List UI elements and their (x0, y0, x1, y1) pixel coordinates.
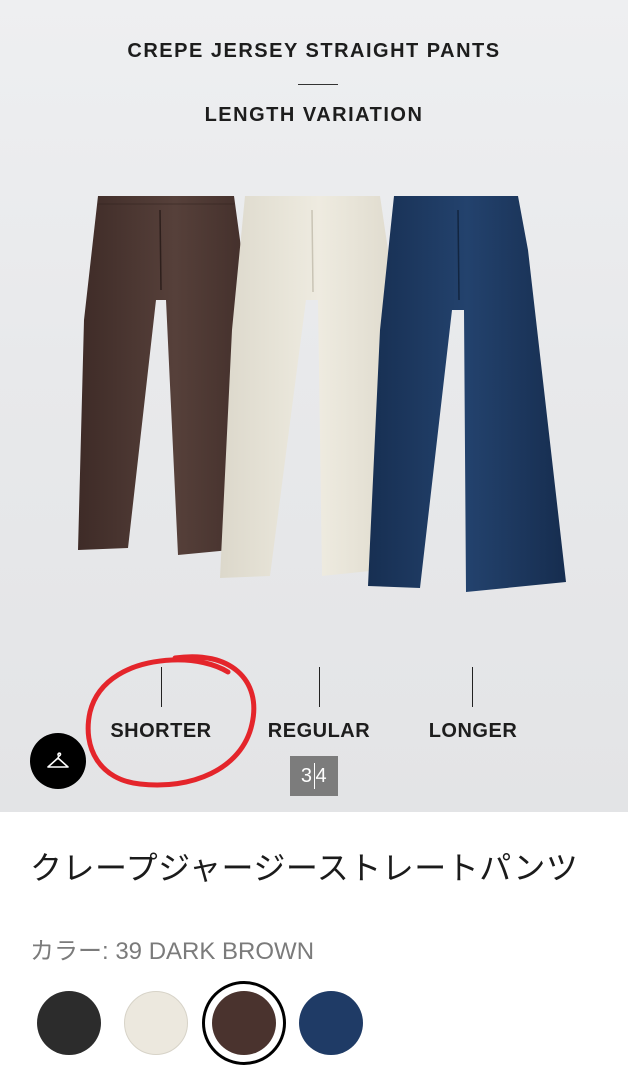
regular-length-marker (319, 667, 320, 707)
color-swatch-navy[interactable] (299, 991, 363, 1055)
product-title: クレープジャージーストレートパンツ (30, 850, 579, 886)
length-label-longer: LONGER (428, 720, 518, 742)
selected-color-label: カラー: 39 DARK BROWN (30, 938, 315, 965)
page-separator (313, 763, 315, 789)
color-swatch-black[interactable] (37, 991, 101, 1055)
image-page-indicator: 3 4 (290, 756, 338, 796)
longer-length-marker (472, 667, 473, 707)
color-swatch-off-white[interactable] (124, 991, 188, 1055)
product-hero-image[interactable]: CREPE JERSEY STRAIGHT PANTS LENGTH VARIA… (0, 0, 628, 812)
pants-illustration (78, 196, 566, 592)
length-label-regular: REGULAR (267, 720, 371, 742)
length-label-shorter: SHORTER (110, 720, 212, 742)
page-current: 3 (300, 764, 313, 787)
hanger-icon (47, 752, 69, 768)
page-total: 4 (315, 764, 328, 787)
color-swatch-dark-brown[interactable] (212, 991, 276, 1055)
pants-navy (368, 196, 566, 592)
shorter-length-marker (161, 667, 162, 707)
hanger-button[interactable] (30, 733, 86, 789)
